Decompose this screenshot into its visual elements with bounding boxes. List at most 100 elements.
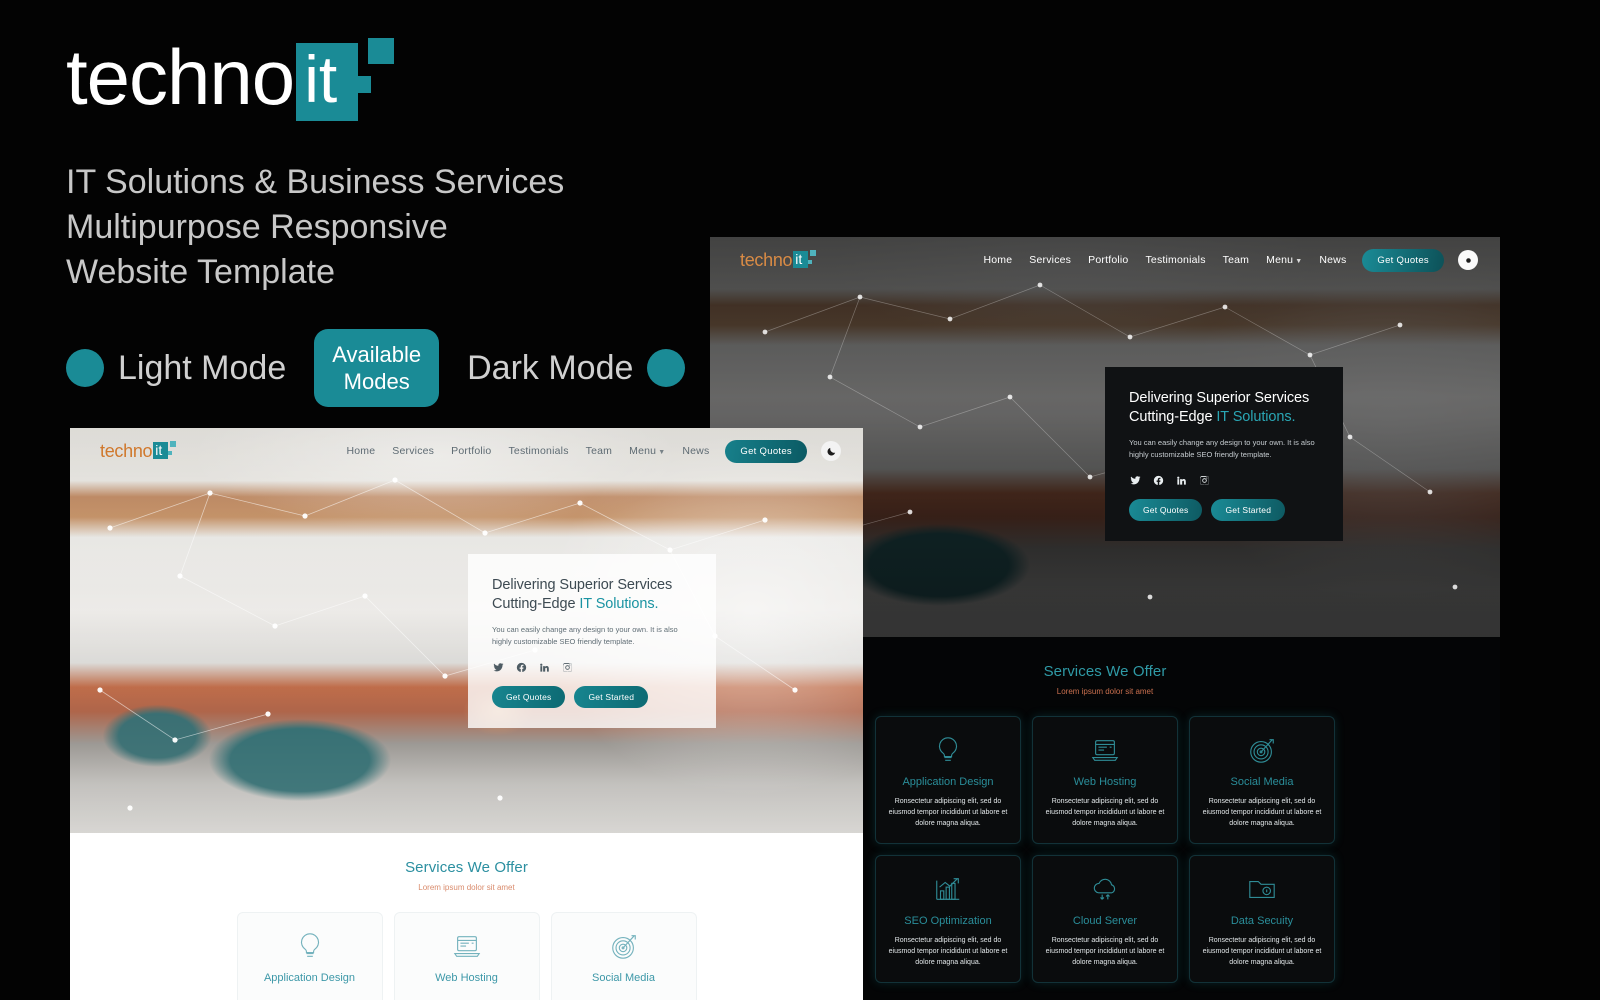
nav-item-portfolio[interactable]: Portfolio — [451, 445, 491, 457]
service-card[interactable]: Social Media Ronsectetur adipiscing elit… — [550, 912, 697, 1000]
folder-lock-icon — [1200, 872, 1324, 906]
service-card[interactable]: Application Design Ronsectetur adipiscin… — [875, 716, 1021, 844]
dark-mode-label: Dark Mode — [467, 348, 634, 387]
dark-nav-logo-square-large — [810, 250, 817, 256]
dark-nav-logo[interactable]: techno it — [740, 250, 819, 271]
service-card-title: Social Media — [592, 972, 655, 984]
laptop-icon — [405, 929, 529, 963]
nav-item-services[interactable]: Services — [1029, 254, 1071, 266]
light-hero-title-line1: Delivering Superior Services — [492, 577, 673, 593]
available-modes-badge-line1: Available — [332, 342, 422, 367]
promo-panel: techno it IT Solutions & Business Servic… — [66, 38, 726, 411]
service-card-title: Web Hosting — [435, 972, 498, 984]
light-hero-subtitle: You can easily change any design to your… — [492, 625, 678, 646]
light-nav-get-quotes-button[interactable]: Get Quotes — [725, 439, 807, 463]
light-services-title: Services We Offer — [405, 859, 528, 876]
nav-item-portfolio[interactable]: Portfolio — [1088, 254, 1128, 266]
brand-logo-square-large — [368, 38, 395, 64]
service-card-description: Ronsectetur adipiscing elit, sed do eius… — [1202, 798, 1322, 827]
dark-hero-get-quotes-button[interactable]: Get Quotes — [1129, 499, 1203, 521]
light-hero-title: Delivering Superior Services Cutting-Edg… — [492, 576, 692, 614]
service-card-title: Web Hosting — [1073, 776, 1137, 788]
dark-nav-logo-word: techno — [740, 249, 793, 270]
instagram-icon[interactable] — [561, 661, 573, 673]
nav-item-news[interactable]: News — [682, 445, 709, 457]
available-modes-row: Light Mode Available Modes Dark Mode — [66, 325, 726, 411]
light-hero-card: Delivering Superior Services Cutting-Edg… — [468, 554, 716, 728]
dark-hero-card: Delivering Superior Services Cutting-Edg… — [1105, 367, 1343, 541]
constellation-overlay — [97, 477, 798, 811]
promo-tagline: IT Solutions & Business Services Multipu… — [66, 163, 565, 291]
nav-item-menu-label: Menu — [629, 445, 657, 457]
nav-item-home[interactable]: Home — [983, 254, 1012, 266]
dark-hero-social-links — [1129, 474, 1319, 486]
lightbulb-icon — [886, 733, 1010, 767]
nav-item-home[interactable]: Home — [346, 445, 375, 457]
service-card-title: Application Design — [902, 776, 994, 788]
light-hero-section: techno it Home Services Portfolio Testim… — [70, 428, 863, 833]
light-navbar: techno it Home Services Portfolio Testim… — [70, 428, 863, 474]
service-card[interactable]: Application Design Ronsectetur adipiscin… — [236, 912, 383, 1000]
light-mode-preview: techno it Home Services Portfolio Testim… — [70, 428, 863, 1000]
dark-mode-dot — [647, 349, 686, 387]
twitter-icon[interactable] — [1129, 474, 1141, 486]
nav-item-menu[interactable]: Menu ▼ — [1266, 254, 1302, 266]
instagram-icon[interactable] — [1198, 474, 1210, 486]
nav-item-testimonials[interactable]: Testimonials — [508, 445, 568, 457]
linkedin-icon[interactable] — [1175, 474, 1187, 486]
service-card-title: Data Secuity — [1230, 915, 1294, 927]
twitter-icon[interactable] — [492, 661, 504, 673]
service-card-description: Ronsectetur adipiscing elit, sed do eius… — [1202, 937, 1322, 966]
dark-nav-logo-mark: it — [793, 250, 819, 270]
light-nav-logo[interactable]: techno it — [100, 441, 179, 462]
dark-hero-title-line1: Delivering Superior Services — [1129, 390, 1310, 406]
brand-logo-it: it — [304, 42, 338, 116]
linkedin-icon[interactable] — [538, 661, 550, 673]
dark-hero-title: Delivering Superior Services Cutting-Edg… — [1129, 389, 1319, 427]
service-card-description: Ronsectetur adipiscing elit, sed do eius… — [1045, 937, 1165, 966]
dark-hero-buttons: Get Quotes Get Started — [1129, 499, 1319, 521]
service-card[interactable]: Web Hosting Ronsectetur adipiscing elit,… — [1032, 716, 1178, 844]
light-mode-label: Light Mode — [118, 348, 287, 387]
dark-hero-get-started-button[interactable]: Get Started — [1211, 499, 1286, 521]
light-services-subtitle: Lorem ipsum dolor sit amet — [418, 883, 515, 892]
lightbulb-icon — [248, 929, 372, 963]
nav-item-services[interactable]: Services — [392, 445, 434, 457]
dark-hero-title-accent: IT Solutions. — [1216, 409, 1296, 425]
light-mode-dot — [66, 349, 104, 387]
moon-icon[interactable] — [821, 441, 841, 461]
light-nav-links: Home Services Portfolio Testimonials Tea… — [346, 445, 709, 457]
dark-nav-links: Home Services Portfolio Testimonials Tea… — [983, 254, 1346, 266]
nav-item-team[interactable]: Team — [1223, 254, 1249, 266]
service-card-description: Ronsectetur adipiscing elit, sed do eius… — [888, 937, 1008, 966]
light-hero-title-accent: IT Solutions. — [579, 596, 659, 612]
nav-item-news[interactable]: News — [1319, 254, 1346, 266]
service-card[interactable]: Data Secuity Ronsectetur adipiscing elit… — [1189, 855, 1335, 983]
facebook-icon[interactable] — [1152, 474, 1164, 486]
office-photo — [70, 428, 863, 833]
dark-nav-logo-square-small — [808, 260, 813, 264]
facebook-icon[interactable] — [515, 661, 527, 673]
service-card[interactable]: Social Media Ronsectetur adipiscing elit… — [1189, 716, 1335, 844]
nav-item-testimonials[interactable]: Testimonials — [1145, 254, 1205, 266]
brand-logo-square-small — [354, 76, 372, 93]
nav-item-team[interactable]: Team — [586, 445, 612, 457]
light-nav-logo-word: techno — [100, 440, 153, 461]
service-card[interactable]: Cloud Server Ronsectetur adipiscing elit… — [1032, 855, 1178, 983]
nav-item-menu[interactable]: Menu ▼ — [629, 445, 665, 457]
light-nav-logo-mark: it — [153, 441, 179, 461]
dark-hero-title-line2: Cutting-Edge — [1129, 409, 1217, 425]
service-card-title: SEO Optimization — [904, 915, 992, 927]
dark-nav-get-quotes-button[interactable]: Get Quotes — [1362, 248, 1444, 272]
light-hero-get-quotes-button[interactable]: Get Quotes — [492, 686, 566, 708]
light-hero-get-started-button[interactable]: Get Started — [574, 686, 649, 708]
sun-icon[interactable] — [1458, 250, 1478, 270]
service-card-title: Application Design — [263, 972, 356, 984]
service-card-title: Social Media — [1230, 776, 1294, 788]
service-card[interactable]: SEO Optimization Ronsectetur adipiscing … — [875, 855, 1021, 983]
chevron-down-icon: ▼ — [658, 449, 666, 456]
light-nav-logo-it: it — [155, 442, 163, 458]
service-card[interactable]: Web Hosting Ronsectetur adipiscing elit,… — [393, 912, 540, 1000]
promo-poster: techno it IT Solutions & Business Servic… — [0, 0, 1600, 1000]
light-services-section: Services We Offer Lorem ipsum dolor sit … — [70, 833, 863, 1000]
